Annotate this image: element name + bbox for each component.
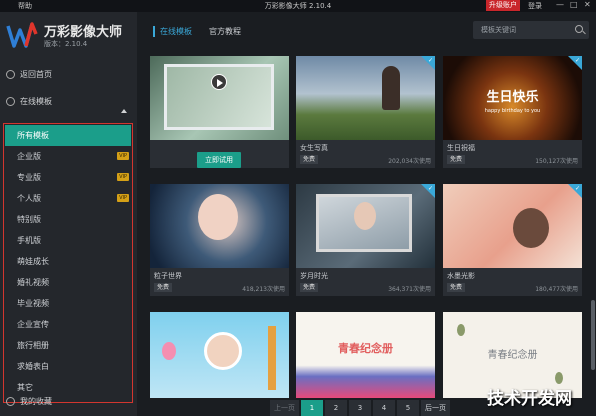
selected-corner-icon: ✓ [421, 184, 435, 198]
vip-badge: VIP [117, 194, 129, 202]
close-icon[interactable]: ✕ [584, 0, 591, 9]
minimize-icon[interactable]: — [556, 0, 564, 9]
home-nav[interactable]: 返回首页 [6, 67, 52, 81]
template-card[interactable]: 青春纪念册 [296, 312, 435, 398]
category-item[interactable]: 婚礼视频 [5, 272, 131, 293]
category-item[interactable]: 专业版 VIP [5, 167, 131, 188]
template-card[interactable]: ✓ 岁月时光 免费 364,371次使用 [296, 184, 435, 296]
category-item[interactable]: 旅行相册 [5, 335, 131, 356]
favorites-label: 我的收藏 [20, 396, 52, 406]
app-logo-icon [6, 22, 38, 48]
play-icon[interactable] [211, 74, 227, 90]
category-item[interactable]: 毕业视频 [5, 293, 131, 314]
page-button[interactable]: 3 [349, 400, 371, 416]
page-button[interactable]: 5 [397, 400, 419, 416]
maximize-icon[interactable]: □ [570, 0, 578, 9]
template-thumbnail: 青春纪念册 [296, 312, 435, 398]
free-badge: 免费 [154, 283, 173, 292]
tab-official-tutorial[interactable]: 官方教程 [209, 26, 241, 37]
template-icon [6, 96, 15, 106]
template-card[interactable]: ✓ 水墨光影 免费 180,477次使用 [443, 184, 582, 296]
template-name: 粒子世界 [154, 272, 182, 280]
title-bar: 帮助 万彩影像大师 2.10.4 升级账户 登录 — □ ✕ [0, 0, 596, 12]
tab-online-templates[interactable]: 在线模板 [153, 26, 192, 37]
template-card[interactable]: 粒子世界 免费 418,213次使用 [150, 184, 289, 296]
sidebar: 万彩影像大师 版本：2.10.4 返回首页 在线模板 所有模板 企业版 VIP 专… [0, 12, 137, 416]
template-card[interactable]: 生日快乐 happy birthday to you ✓ 生日祝福 免费 150… [443, 56, 582, 168]
upgrade-button[interactable]: 升级账户 [486, 0, 520, 11]
free-badge: 免费 [447, 283, 466, 292]
template-thumbnail [150, 312, 289, 398]
free-badge: 免费 [300, 155, 319, 164]
watermark: 技术开发网 [487, 389, 572, 409]
template-card[interactable]: ✓ 女生写真 免费 202,034次使用 [296, 56, 435, 168]
free-badge: 免费 [447, 155, 466, 164]
page-button[interactable]: 4 [373, 400, 395, 416]
page-button[interactable]: 2 [325, 400, 347, 416]
template-thumbnail [443, 184, 582, 268]
usage-count: 418,213次使用 [242, 286, 285, 293]
thumbnail-subcaption: happy birthday to you [484, 108, 541, 114]
selected-corner-icon: ✓ [421, 56, 435, 70]
online-templates-nav[interactable]: 在线模板 [6, 94, 52, 108]
category-item[interactable]: 求婚表白 [5, 356, 131, 377]
search-icon[interactable] [575, 25, 583, 33]
template-card[interactable]: 立即试用 [150, 56, 289, 168]
category-item[interactable]: 个人版 VIP [5, 188, 131, 209]
template-thumbnail: 生日快乐 happy birthday to you [443, 56, 582, 140]
app-name: 万彩影像大师 [44, 25, 123, 40]
favorites-nav[interactable]: 我的收藏 [6, 394, 52, 408]
category-item[interactable]: 企业宣传 [5, 314, 131, 335]
thumbnail-caption: 青春纪念册 [487, 350, 538, 361]
home-label: 返回首页 [20, 69, 52, 79]
usage-count: 202,034次使用 [388, 158, 431, 165]
template-name: 生日祝福 [447, 144, 475, 152]
template-card[interactable] [150, 312, 289, 398]
selected-corner-icon: ✓ [568, 56, 582, 70]
home-icon [6, 69, 15, 79]
favorites-icon [6, 396, 15, 406]
app-window: 帮助 万彩影像大师 2.10.4 升级账户 登录 — □ ✕ 万彩影像大师 版本… [0, 0, 596, 416]
category-item[interactable]: 特别版 [5, 209, 131, 230]
prev-page-button[interactable]: 上一页 [270, 400, 299, 416]
online-templates-label: 在线模板 [20, 96, 52, 106]
category-list: 所有模板 企业版 VIP 专业版 VIP 个人版 VIP 特别版 手机版 萌娃成长 婚… [5, 125, 131, 398]
category-item[interactable]: 企业版 VIP [5, 146, 131, 167]
category-item[interactable]: 所有模板 [5, 125, 131, 146]
collapse-caret-icon[interactable] [121, 109, 127, 113]
template-name: 岁月时光 [300, 272, 328, 280]
try-now-button[interactable]: 立即试用 [197, 152, 241, 168]
usage-count: 150,127次使用 [535, 158, 578, 165]
vip-badge: VIP [117, 152, 129, 160]
template-thumbnail [296, 56, 435, 140]
tab-bar: 在线模板 官方教程 模板关键词 [137, 12, 596, 50]
category-item[interactable]: 手机版 [5, 230, 131, 251]
next-page-button[interactable]: 后一页 [421, 400, 450, 416]
search-box[interactable]: 模板关键词 [473, 21, 589, 39]
template-thumbnail [296, 184, 435, 268]
template-thumbnail [150, 56, 289, 140]
pagination: 上一页 1 2 3 4 5 后一页 [270, 400, 452, 416]
search-placeholder: 模板关键词 [481, 26, 516, 34]
vip-badge: VIP [117, 173, 129, 181]
thumbnail-caption: 生日快乐 [486, 90, 539, 105]
usage-count: 364,371次使用 [388, 286, 431, 293]
main-content: 在线模板 官方教程 模板关键词 立即试用 ✓ 女生写真 免费 202,034次使… [137, 12, 596, 416]
login-link[interactable]: 登录 [528, 1, 542, 11]
page-button[interactable]: 1 [301, 400, 323, 416]
selected-corner-icon: ✓ [568, 184, 582, 198]
template-name: 水墨光影 [447, 272, 475, 280]
app-version: 版本：2.10.4 [44, 40, 88, 48]
category-item[interactable]: 萌娃成长 [5, 251, 131, 272]
thumbnail-caption: 青春纪念册 [338, 342, 393, 355]
free-badge: 免费 [300, 283, 319, 292]
usage-count: 180,477次使用 [535, 286, 578, 293]
template-thumbnail [150, 184, 289, 268]
scrollbar[interactable] [591, 300, 595, 370]
template-name: 女生写真 [300, 144, 328, 152]
